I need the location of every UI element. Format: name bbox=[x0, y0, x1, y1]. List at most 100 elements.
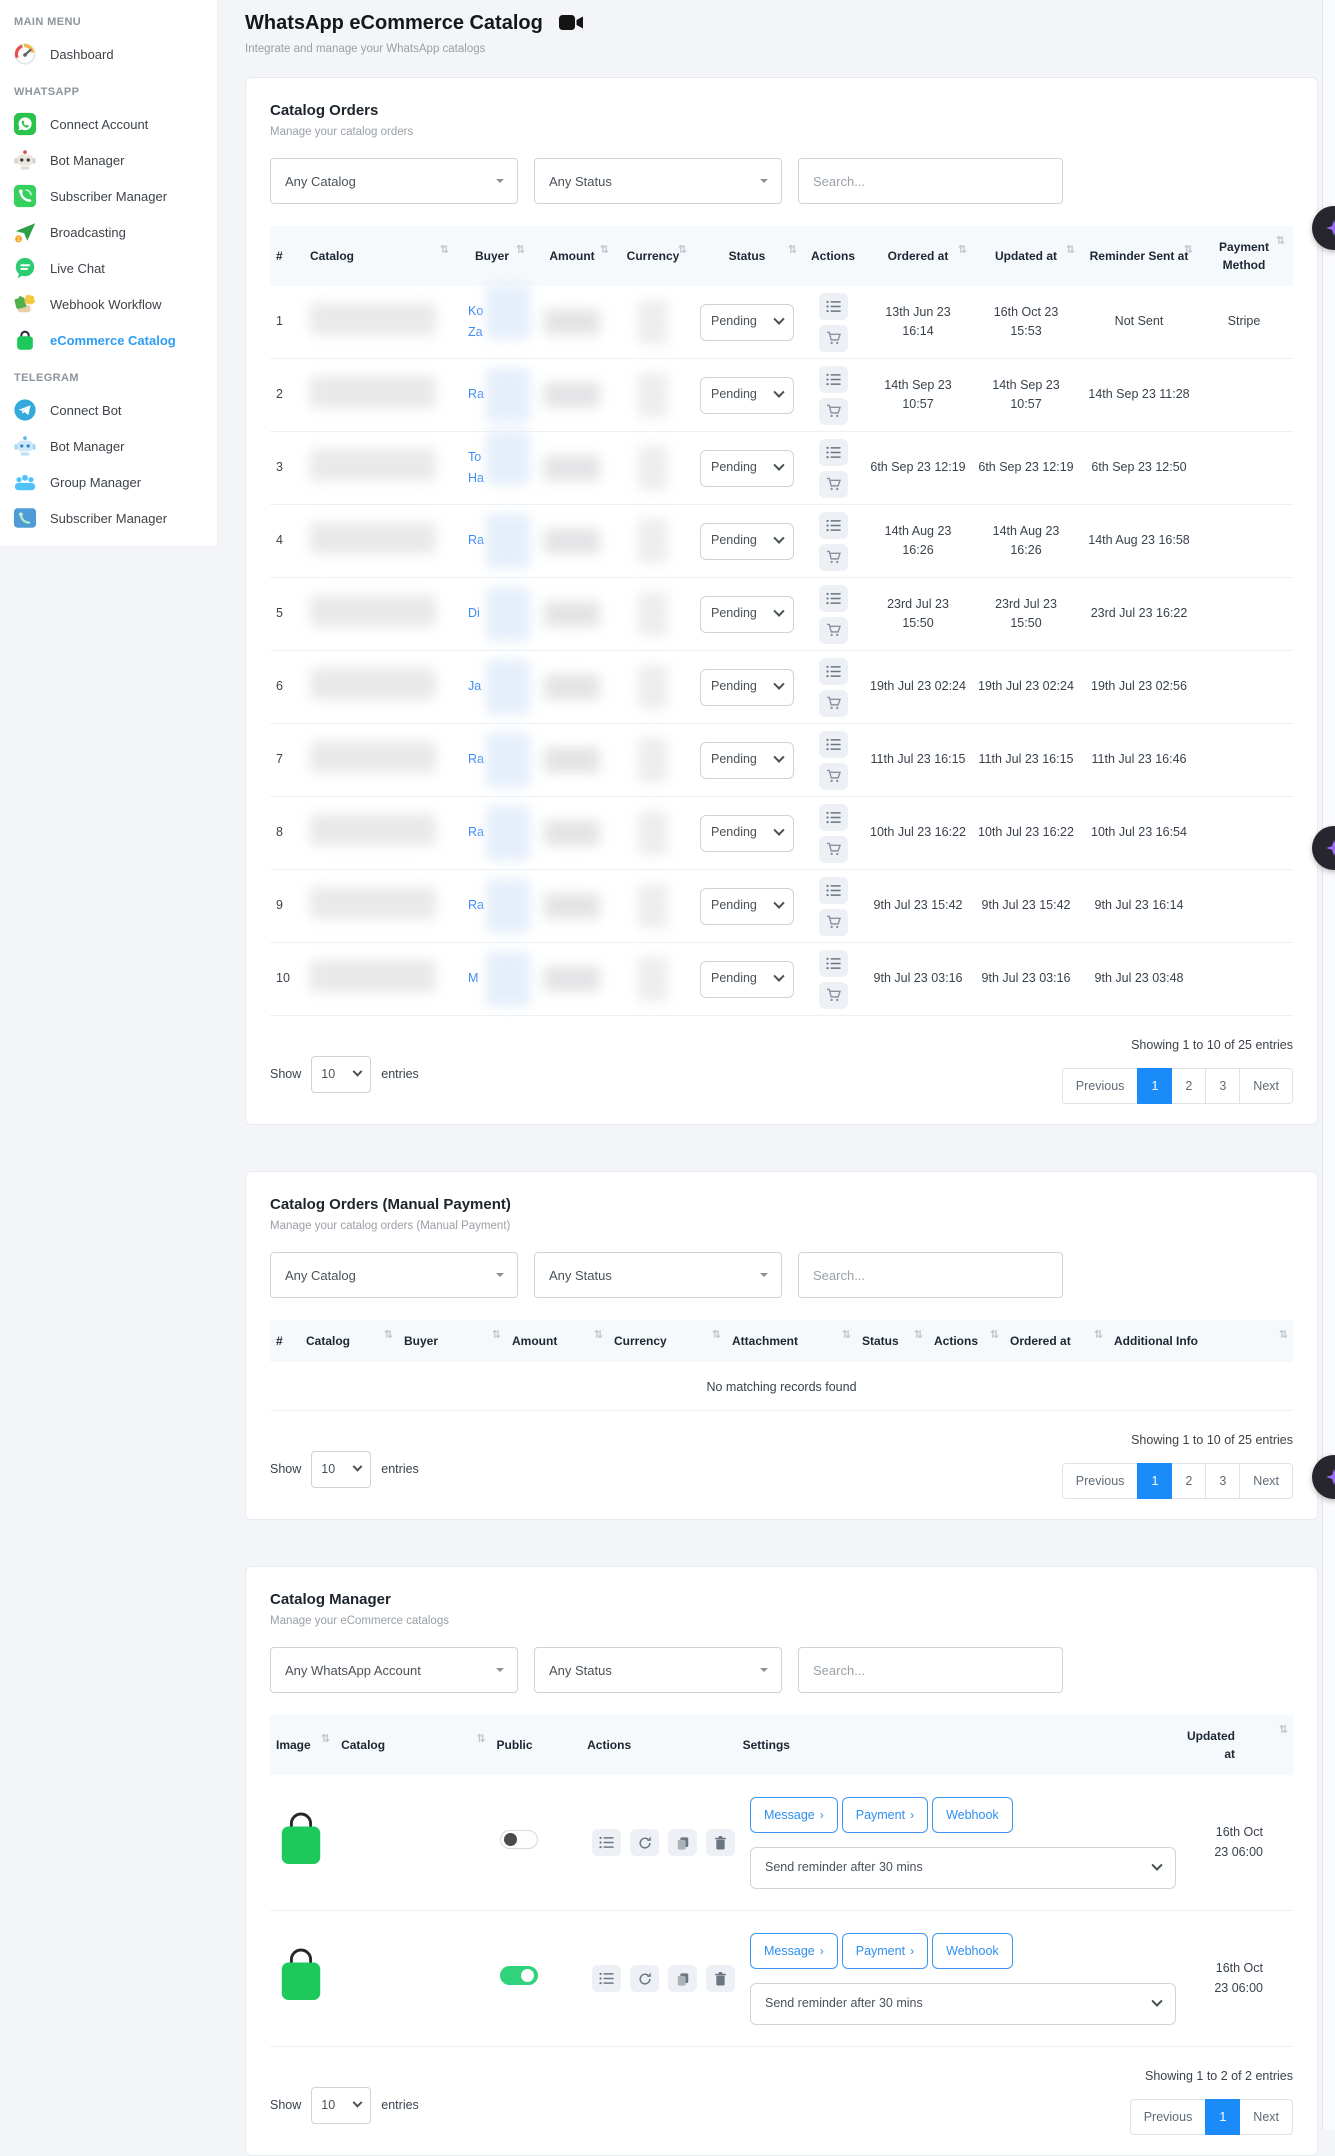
status-select[interactable]: Pending bbox=[700, 523, 794, 560]
next-page-button[interactable]: Next bbox=[1239, 1463, 1293, 1499]
cart-button[interactable] bbox=[819, 909, 848, 936]
order-items-button[interactable] bbox=[819, 658, 848, 685]
buyer-link[interactable]: Ra bbox=[468, 749, 484, 770]
video-camera-icon[interactable] bbox=[559, 14, 583, 34]
page-button-2[interactable]: 2 bbox=[1171, 1463, 1206, 1499]
sort-icon[interactable] bbox=[594, 1327, 603, 1344]
message-settings-button[interactable]: Message bbox=[750, 1933, 838, 1969]
scrollbar-track[interactable] bbox=[1322, 0, 1335, 2130]
public-toggle[interactable] bbox=[500, 1830, 538, 1849]
sidebar-item-subscriber-manager[interactable]: Subscriber Manager bbox=[0, 178, 217, 214]
sort-icon[interactable] bbox=[600, 242, 609, 259]
status-filter-select[interactable]: Any Status bbox=[534, 1647, 782, 1693]
status-select[interactable]: Pending bbox=[700, 669, 794, 706]
page-button-3[interactable]: 3 bbox=[1205, 1068, 1240, 1104]
webhook-settings-button[interactable]: Webhook bbox=[932, 1933, 1013, 1969]
sort-icon[interactable] bbox=[1184, 242, 1193, 259]
buyer-link[interactable]: M bbox=[468, 968, 478, 989]
list-button[interactable] bbox=[592, 1829, 621, 1856]
copy-button[interactable] bbox=[668, 1829, 697, 1856]
cart-button[interactable] bbox=[819, 325, 848, 352]
webhook-settings-button[interactable]: Webhook bbox=[932, 1797, 1013, 1833]
sidebar-item-tg-subscriber-manager[interactable]: Subscriber Manager bbox=[0, 500, 217, 536]
sort-icon[interactable] bbox=[516, 242, 525, 259]
sort-icon[interactable] bbox=[1094, 1327, 1103, 1344]
sort-icon[interactable] bbox=[1279, 1327, 1288, 1344]
refresh-button[interactable] bbox=[630, 1965, 659, 1992]
order-items-button[interactable] bbox=[819, 877, 848, 904]
status-filter-select[interactable]: Any Status bbox=[534, 1252, 782, 1298]
sort-icon[interactable] bbox=[1276, 233, 1285, 250]
previous-page-button[interactable]: Previous bbox=[1062, 1463, 1139, 1499]
refresh-button[interactable] bbox=[630, 1829, 659, 1856]
status-select[interactable]: Pending bbox=[700, 961, 794, 998]
message-settings-button[interactable]: Message bbox=[750, 1797, 838, 1833]
order-items-button[interactable] bbox=[819, 512, 848, 539]
sort-icon[interactable] bbox=[476, 1731, 485, 1748]
sort-icon[interactable] bbox=[492, 1327, 501, 1344]
sort-icon[interactable] bbox=[678, 242, 687, 259]
catalog-filter-select[interactable]: Any Catalog bbox=[270, 1252, 518, 1298]
cart-button[interactable] bbox=[819, 982, 848, 1009]
status-select[interactable]: Pending bbox=[700, 815, 794, 852]
status-select[interactable]: Pending bbox=[700, 450, 794, 487]
page-size-select[interactable]: 10 bbox=[311, 1056, 371, 1093]
order-items-button[interactable] bbox=[819, 366, 848, 393]
buyer-link[interactable]: Ra bbox=[468, 895, 484, 916]
payment-settings-button[interactable]: Payment bbox=[842, 1933, 928, 1969]
sidebar-item-bot-manager[interactable]: Bot Manager bbox=[0, 142, 217, 178]
order-items-button[interactable] bbox=[819, 293, 848, 320]
status-select[interactable]: Pending bbox=[700, 888, 794, 925]
whatsapp-account-filter-select[interactable]: Any WhatsApp Account bbox=[270, 1647, 518, 1693]
status-select[interactable]: Pending bbox=[700, 304, 794, 341]
sidebar-item-ecommerce-catalog[interactable]: eCommerce Catalog bbox=[0, 322, 217, 358]
cart-button[interactable] bbox=[819, 690, 848, 717]
cart-button[interactable] bbox=[819, 398, 848, 425]
sort-icon[interactable] bbox=[712, 1327, 721, 1344]
previous-page-button[interactable]: Previous bbox=[1062, 1068, 1139, 1104]
sort-icon[interactable] bbox=[1066, 242, 1075, 259]
search-input[interactable] bbox=[798, 158, 1063, 204]
public-toggle[interactable] bbox=[500, 1966, 538, 1985]
sort-icon[interactable] bbox=[384, 1327, 393, 1344]
sidebar-item-group-manager[interactable]: Group Manager bbox=[0, 464, 217, 500]
status-select[interactable]: Pending bbox=[700, 742, 794, 779]
order-items-button[interactable] bbox=[819, 731, 848, 758]
sidebar-item-broadcasting[interactable]: 1 Broadcasting bbox=[0, 214, 217, 250]
order-items-button[interactable] bbox=[819, 439, 848, 466]
cart-button[interactable] bbox=[819, 544, 848, 571]
cart-button[interactable] bbox=[819, 471, 848, 498]
buyer-link[interactable]: Di bbox=[468, 603, 480, 624]
cart-button[interactable] bbox=[819, 617, 848, 644]
page-size-select[interactable]: 10 bbox=[311, 2087, 371, 2124]
sidebar-item-tg-bot-manager[interactable]: Bot Manager bbox=[0, 428, 217, 464]
search-input[interactable] bbox=[798, 1647, 1063, 1693]
page-button-1[interactable]: 1 bbox=[1137, 1463, 1172, 1499]
list-button[interactable] bbox=[592, 1965, 621, 1992]
page-size-select[interactable]: 10 bbox=[311, 1451, 371, 1488]
page-button-3[interactable]: 3 bbox=[1205, 1463, 1240, 1499]
page-button-1[interactable]: 1 bbox=[1137, 1068, 1172, 1104]
sort-icon[interactable] bbox=[990, 1327, 999, 1344]
cart-button[interactable] bbox=[819, 836, 848, 863]
status-select[interactable]: Pending bbox=[700, 596, 794, 633]
order-items-button[interactable] bbox=[819, 804, 848, 831]
status-select[interactable]: Pending bbox=[700, 377, 794, 414]
trash-button[interactable] bbox=[706, 1829, 735, 1856]
order-items-button[interactable] bbox=[819, 950, 848, 977]
sort-icon[interactable] bbox=[440, 242, 449, 259]
page-button-2[interactable]: 2 bbox=[1171, 1068, 1206, 1104]
search-input[interactable] bbox=[798, 1252, 1063, 1298]
sidebar-item-connect-account[interactable]: Connect Account bbox=[0, 106, 217, 142]
buyer-link[interactable]: Ra bbox=[468, 530, 484, 551]
sort-icon[interactable] bbox=[914, 1327, 923, 1344]
next-page-button[interactable]: Next bbox=[1239, 1068, 1293, 1104]
order-items-button[interactable] bbox=[819, 585, 848, 612]
cart-button[interactable] bbox=[819, 763, 848, 790]
sort-icon[interactable] bbox=[842, 1327, 851, 1344]
buyer-link[interactable]: Ja bbox=[468, 676, 481, 697]
sidebar-item-live-chat[interactable]: Live Chat bbox=[0, 250, 217, 286]
buyer-link[interactable]: Ra bbox=[468, 822, 484, 843]
status-filter-select[interactable]: Any Status bbox=[534, 158, 782, 204]
buyer-link[interactable]: Ra bbox=[468, 384, 484, 405]
